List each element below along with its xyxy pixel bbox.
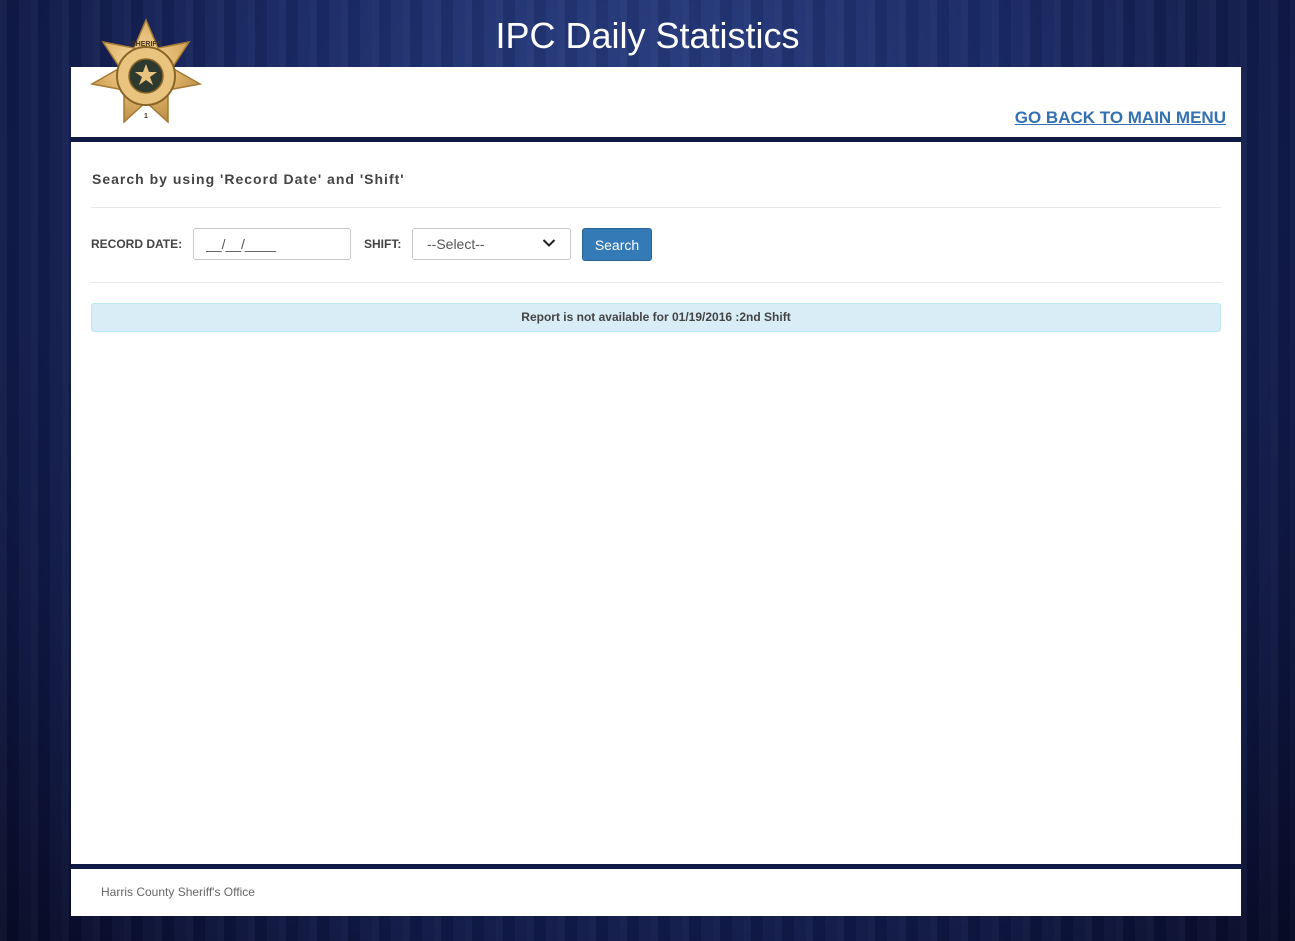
shift-selected-value: --Select-- — [427, 236, 485, 252]
sheriff-badge-icon: SHERIFF 1 — [89, 18, 203, 124]
badge-sheriff-text: SHERIFF — [131, 41, 162, 48]
badge-number-text: 1 — [144, 113, 148, 120]
record-date-label: RECORD DATE: — [91, 237, 183, 251]
search-button[interactable]: Search — [582, 228, 652, 261]
main-panel: Search by using 'Record Date' and 'Shift… — [71, 142, 1241, 869]
search-heading: Search by using 'Record Date' and 'Shift… — [92, 171, 405, 187]
shift-label: SHIFT: — [364, 237, 402, 251]
header-bar: GO BACK TO MAIN MENU — [71, 67, 1241, 142]
back-to-main-menu-link[interactable]: GO BACK TO MAIN MENU — [1015, 108, 1226, 128]
footer-text: Harris County Sheriff's Office — [101, 885, 255, 899]
record-date-input[interactable] — [193, 228, 351, 260]
divider — [91, 207, 1221, 208]
footer: Harris County Sheriff's Office — [71, 869, 1241, 916]
chevron-down-icon — [542, 239, 556, 247]
shift-select[interactable]: --Select-- — [412, 228, 571, 260]
report-unavailable-alert: Report is not available for 01/19/2016 :… — [91, 303, 1221, 332]
divider — [91, 282, 1221, 283]
